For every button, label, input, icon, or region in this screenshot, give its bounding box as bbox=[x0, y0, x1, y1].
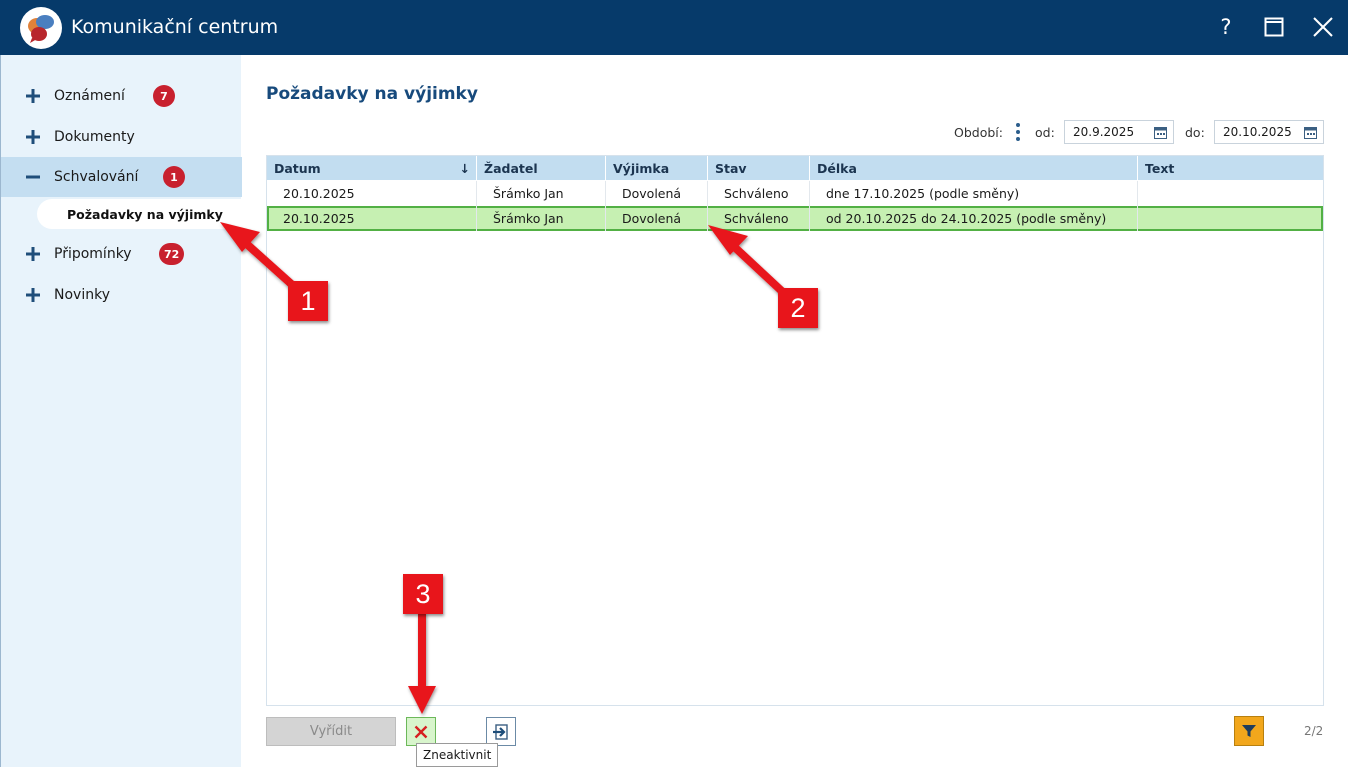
sidebar-item-label: Dokumenty bbox=[54, 129, 135, 145]
date-to-value: 20.10.2025 bbox=[1223, 125, 1292, 139]
maximize-icon bbox=[1264, 17, 1284, 37]
column-header-zadatel[interactable]: Žadatel bbox=[477, 156, 606, 180]
cell-zadatel: Šrámko Jan bbox=[477, 181, 606, 206]
to-label: do: bbox=[1185, 124, 1205, 140]
export-button[interactable] bbox=[486, 717, 516, 746]
deactivate-button[interactable] bbox=[406, 717, 436, 746]
cell-text bbox=[1138, 206, 1323, 231]
count-badge: 1 bbox=[163, 166, 185, 188]
filter-button[interactable] bbox=[1234, 716, 1264, 746]
requests-table: Datum ↓ Žadatel Výjimka Stav Délka Text … bbox=[266, 155, 1324, 706]
period-label: Období: bbox=[954, 124, 1003, 140]
close-button[interactable] bbox=[1308, 12, 1338, 42]
calendar-icon[interactable] bbox=[1154, 126, 1167, 139]
from-label: od: bbox=[1035, 124, 1055, 140]
table-row-selected[interactable]: 20.10.2025 Šrámko Jan Dovolená Schváleno… bbox=[267, 206, 1323, 231]
filter-icon bbox=[1242, 725, 1256, 737]
count-badge: 7 bbox=[153, 85, 175, 107]
date-from-value: 20.9.2025 bbox=[1073, 125, 1135, 139]
sort-down-icon: ↓ bbox=[459, 160, 470, 176]
column-header-vyjimka[interactable]: Výjimka bbox=[606, 156, 708, 180]
sidebar-item-label: Novinky bbox=[54, 287, 110, 303]
cell-delka: dne 17.10.2025 (podle směny) bbox=[810, 181, 1138, 206]
cell-vyjimka: Dovolená bbox=[606, 206, 708, 231]
sidebar-item-dokumenty[interactable]: Dokumenty bbox=[1, 117, 242, 157]
sidebar-item-label: Oznámení bbox=[54, 88, 125, 104]
sidebar: Oznámení 7 Dokumenty Schvalování 1 Požad… bbox=[0, 55, 242, 767]
sidebar-subitem-label: Požadavky na výjimky bbox=[67, 206, 223, 222]
sidebar-item-novinky[interactable]: Novinky bbox=[1, 275, 242, 315]
column-header-text[interactable]: Text bbox=[1138, 156, 1323, 180]
sidebar-item-pripominky[interactable]: Připomínky 72 bbox=[1, 234, 242, 274]
plus-icon bbox=[26, 89, 40, 103]
column-header-stav[interactable]: Stav bbox=[708, 156, 810, 180]
calendar-icon[interactable] bbox=[1304, 126, 1317, 139]
cell-vyjimka: Dovolená bbox=[606, 181, 708, 206]
date-from-field[interactable]: 20.9.2025 bbox=[1064, 120, 1174, 144]
sidebar-item-label: Připomínky bbox=[54, 246, 132, 262]
sidebar-item-schvalovani[interactable]: Schvalování 1 bbox=[1, 157, 242, 197]
resolve-button[interactable]: Vyřídit bbox=[266, 717, 396, 746]
annotation-callout-3: 3 bbox=[403, 574, 443, 614]
plus-icon bbox=[26, 130, 40, 144]
help-button[interactable]: ? bbox=[1211, 12, 1241, 42]
app-logo-icon bbox=[20, 7, 62, 49]
cell-stav: Schváleno bbox=[708, 206, 810, 231]
page-title: Požadavky na výjimky bbox=[266, 84, 478, 104]
column-header-delka[interactable]: Délka bbox=[810, 156, 1138, 180]
cell-zadatel: Šrámko Jan bbox=[477, 206, 606, 231]
cell-datum: 20.10.2025 bbox=[267, 181, 477, 206]
more-vertical-icon bbox=[1016, 123, 1020, 141]
maximize-button[interactable] bbox=[1259, 12, 1289, 42]
column-header-datum[interactable]: Datum ↓ bbox=[267, 156, 477, 180]
deactivate-tooltip: Zneaktivnit bbox=[416, 743, 499, 767]
minus-icon bbox=[26, 175, 40, 179]
close-icon bbox=[1313, 17, 1333, 37]
sidebar-item-label: Schvalování bbox=[54, 169, 139, 185]
window-title: Komunikační centrum bbox=[71, 16, 279, 38]
date-to-field[interactable]: 20.10.2025 bbox=[1214, 120, 1324, 144]
annotation-callout-1: 1 bbox=[288, 281, 328, 321]
cell-delka: od 20.10.2025 do 24.10.2025 (podle směny… bbox=[810, 206, 1138, 231]
table-header: Datum ↓ Žadatel Výjimka Stav Délka Text bbox=[267, 156, 1323, 180]
annotation-callout-2: 2 bbox=[778, 288, 818, 328]
sidebar-subitem-pozadavky[interactable]: Požadavky na výjimky bbox=[37, 199, 242, 229]
plus-icon bbox=[26, 288, 40, 302]
cell-datum: 20.10.2025 bbox=[267, 206, 477, 231]
period-menu-button[interactable] bbox=[1013, 120, 1023, 144]
cell-stav: Schváleno bbox=[708, 181, 810, 206]
plus-icon bbox=[26, 247, 40, 261]
sidebar-item-oznameni[interactable]: Oznámení 7 bbox=[1, 76, 242, 116]
count-badge: 72 bbox=[159, 243, 185, 265]
close-icon bbox=[414, 725, 428, 738]
table-row[interactable]: 20.10.2025 Šrámko Jan Dovolená Schváleno… bbox=[267, 181, 1323, 206]
export-icon bbox=[493, 723, 508, 740]
paging-indicator: 2/2 bbox=[1304, 724, 1324, 738]
cell-text bbox=[1138, 181, 1323, 206]
title-bar: Komunikační centrum ? bbox=[0, 0, 1348, 55]
